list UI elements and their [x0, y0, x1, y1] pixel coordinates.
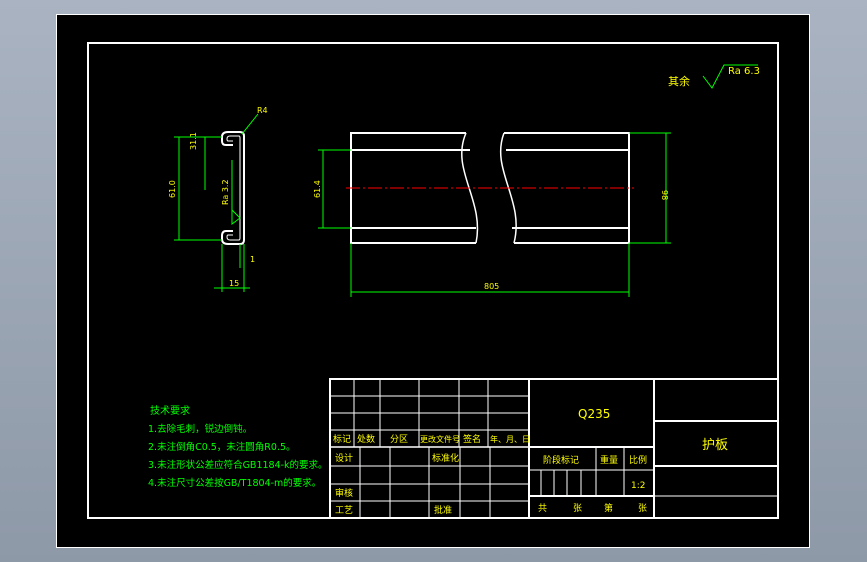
thickness-label: 1: [250, 255, 255, 264]
tb-header-signature: 签名: [463, 433, 481, 445]
tb-standardize: 标准化: [432, 452, 459, 464]
tb-weight: 重量: [600, 454, 618, 466]
tb-review: 审核: [335, 487, 353, 499]
tb-sheet-unit: 张: [573, 503, 582, 514]
width-label: 15: [229, 279, 239, 288]
inner-roughness-label: Ra 3.2: [221, 179, 230, 205]
tb-part-name: 护板: [702, 438, 728, 453]
height-label: 61.0: [168, 180, 177, 198]
tb-header-change-doc: 更改文件号: [420, 434, 460, 444]
radius-label: R4: [257, 106, 268, 115]
tb-stage-mark: 阶段标记: [543, 454, 579, 466]
tb-process: 工艺: [335, 505, 353, 516]
tb-header-zone: 分区: [390, 434, 408, 445]
tb-material: Q235: [578, 407, 610, 421]
tech-note-3: 3.未注形状公差应符合GB1184-k的要求。: [148, 459, 328, 471]
tech-note-4: 4.未注尺寸公差按GB/T1804-m的要求。: [148, 477, 321, 489]
tb-scale-label: 比例: [629, 454, 647, 466]
front-height-label: 61.4: [313, 180, 322, 198]
tb-sheet-no: 第: [604, 502, 613, 514]
tb-sheet-unit2: 张: [638, 503, 647, 514]
tech-notes-title: 技术要求: [150, 404, 190, 417]
tb-sheets-total: 共: [538, 503, 547, 514]
length-label: 805: [484, 282, 499, 291]
depth-label: 31.1: [189, 132, 198, 150]
tb-scale-value: 1:2: [631, 481, 645, 491]
tb-header-date: 年、月、日: [490, 434, 530, 444]
roughness-prefix: 其余: [668, 74, 690, 88]
tb-design: 设计: [335, 452, 353, 464]
tb-header-mark: 标记: [333, 433, 351, 445]
tb-approve: 批准: [434, 504, 452, 516]
right-height-label: 98: [660, 190, 669, 200]
roughness-value: Ra 6.3: [728, 66, 760, 77]
cad-drawing-viewport[interactable]: 其余 Ra 6.3 R4 31.1 61.0 Ra 3.2 1 15 61.4 …: [0, 0, 867, 562]
tech-note-2: 2.未注倒角C0.5，未注圆角R0.5。: [148, 441, 296, 453]
tb-header-count: 处数: [357, 433, 375, 445]
tech-note-1: 1.去除毛刺，锐边倒钝。: [148, 423, 252, 435]
